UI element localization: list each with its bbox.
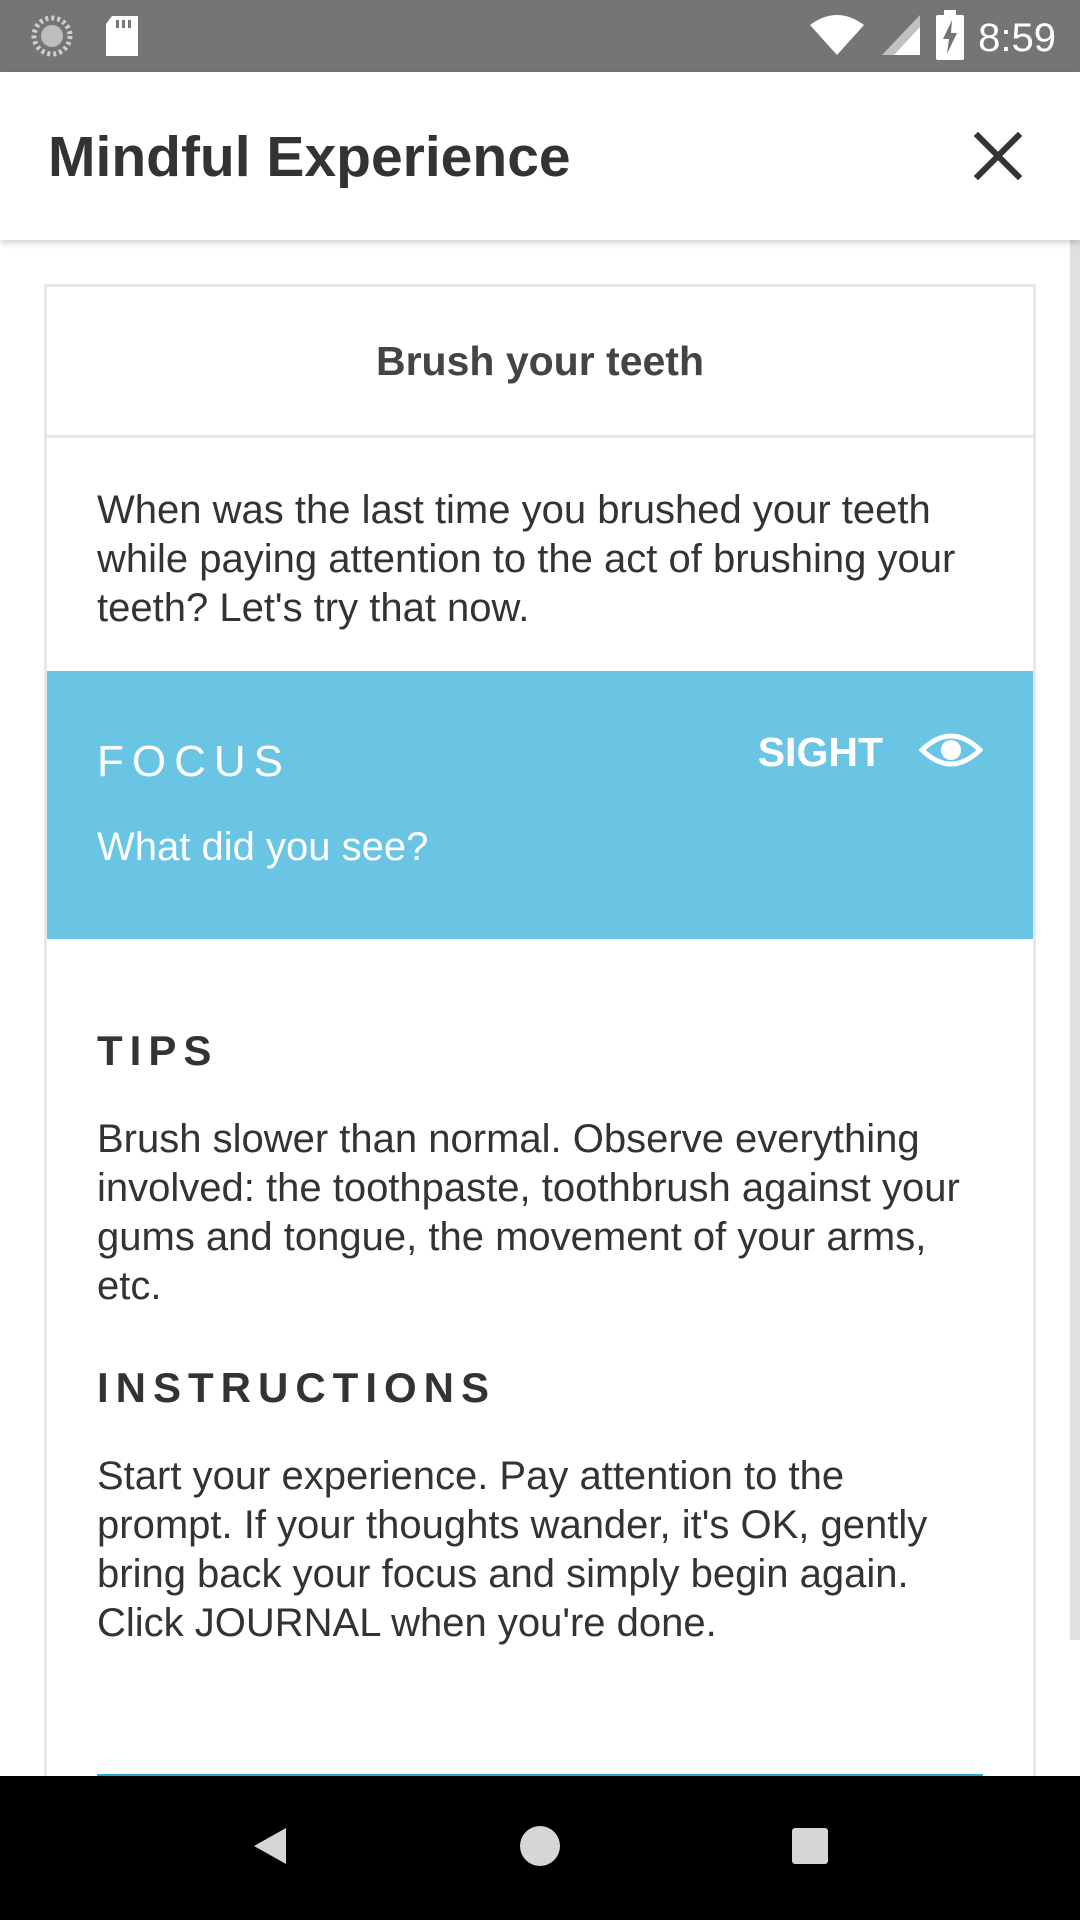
battery-charging-icon [936,10,965,65]
navigation-bar [0,1776,1080,1920]
loading-circle-icon [30,14,74,63]
sense-label: SIGHT [757,729,883,775]
tips-section: TIPS Brush slower than normal. Observe e… [47,939,1033,1311]
close-icon [973,131,1023,185]
signal-icon [880,13,922,62]
instructions-section: INSTRUCTIONS Start your experience. Pay … [47,1311,1033,1648]
instructions-body: Start your experience. Pay attention to … [97,1454,928,1645]
scrollbar[interactable] [1070,240,1080,1640]
back-button[interactable] [238,1816,302,1880]
status-bar: 8:59 [0,0,1080,72]
tips-body: Brush slower than normal. Observe everyt… [97,1117,960,1308]
card-intro-text: When was the last time you brushed your … [97,488,956,630]
recents-button[interactable] [778,1816,842,1880]
home-button[interactable] [508,1816,572,1880]
eye-icon [918,730,984,775]
tips-heading: TIPS [97,1027,219,1074]
focus-question: What did you see? [97,825,429,869]
app-bar: Mindful Experience [0,72,1080,240]
clock: 8:59 [978,15,1056,60]
back-icon [248,1824,292,1873]
home-icon [518,1824,562,1873]
instructions-heading: INSTRUCTIONS [97,1364,496,1411]
sd-card-icon [104,14,140,63]
recents-icon [788,1824,832,1873]
close-button[interactable] [956,116,1040,200]
card-title: Brush your teeth [47,287,1033,438]
experience-card: Brush your teeth When was the last time … [44,284,1036,1776]
page-title: Mindful Experience [48,125,571,189]
focus-panel: FOCUS SIGHT What did you see? [47,671,1033,939]
wifi-icon [808,13,866,62]
content-scroll-area[interactable]: Brush your teeth When was the last time … [0,240,1080,1776]
focus-label: FOCUS [97,737,291,786]
sense-indicator: SIGHT [757,729,984,776]
